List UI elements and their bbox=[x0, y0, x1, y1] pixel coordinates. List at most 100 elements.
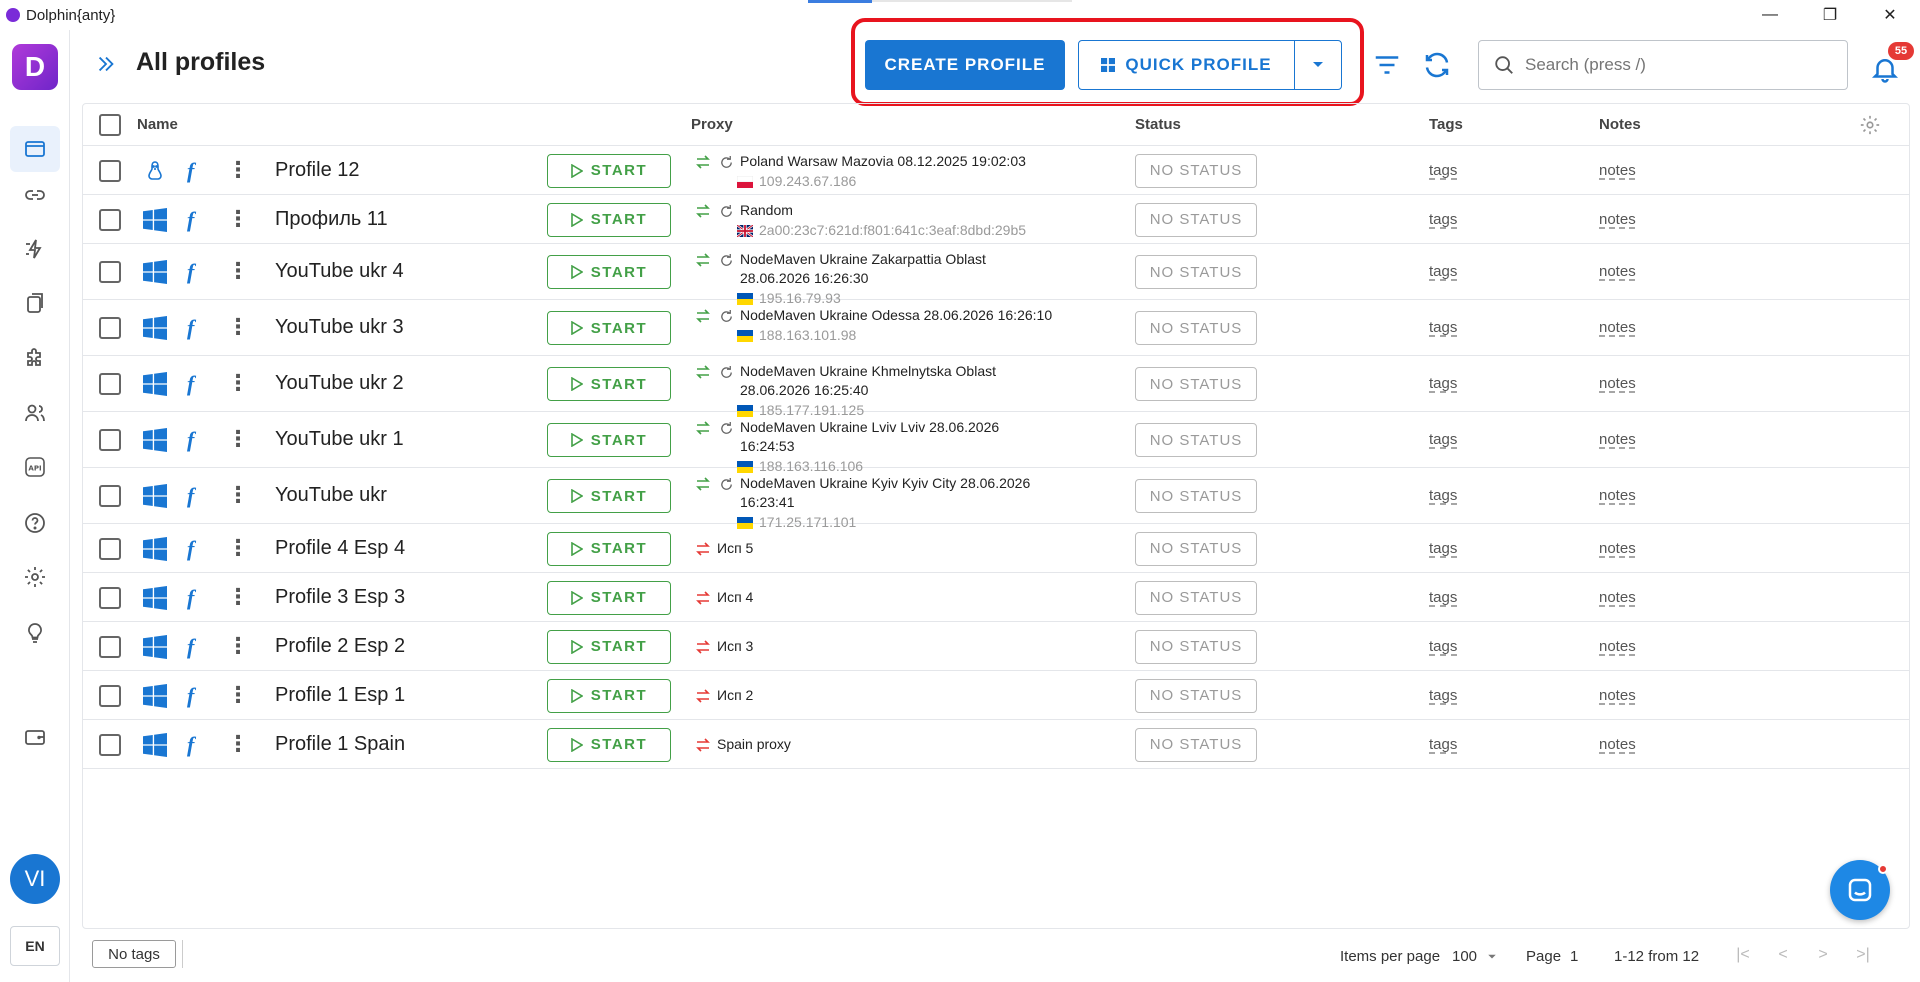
status-badge[interactable]: NO STATUS bbox=[1135, 479, 1257, 513]
tags-link[interactable]: tags bbox=[1429, 211, 1457, 228]
profile-name[interactable]: Profile 12 bbox=[275, 159, 360, 182]
status-badge[interactable]: NO STATUS bbox=[1135, 580, 1257, 615]
filter-icon[interactable] bbox=[1372, 50, 1402, 80]
column-name[interactable]: Name bbox=[137, 116, 178, 133]
profile-name[interactable]: Профиль 11 bbox=[275, 208, 388, 231]
quick-profile-button[interactable]: QUICK PROFILE bbox=[1079, 41, 1295, 89]
column-settings-icon[interactable] bbox=[1859, 114, 1881, 140]
proxy-rotate-icon[interactable] bbox=[719, 204, 734, 219]
more-options-icon[interactable]: ⋮ bbox=[227, 732, 249, 755]
row-checkbox[interactable] bbox=[99, 733, 121, 756]
sidebar-item-templates[interactable] bbox=[10, 280, 60, 326]
more-options-icon[interactable]: ⋮ bbox=[227, 585, 249, 608]
status-badge[interactable]: NO STATUS bbox=[1135, 255, 1257, 289]
table-row[interactable]: f ⋮ Profile 4 Esp 4 START Исп 5 NO STATUS tags… bbox=[83, 524, 1909, 573]
sidebar-item-profiles[interactable] bbox=[10, 126, 60, 172]
notes-link[interactable]: notes bbox=[1599, 162, 1636, 179]
table-row[interactable]: f ⋮ Profile 3 Esp 3 START Исп 4 NO STATUS tags… bbox=[83, 573, 1909, 622]
more-options-icon[interactable]: ⋮ bbox=[227, 260, 249, 282]
more-options-icon[interactable]: ⋮ bbox=[227, 484, 249, 506]
table-row[interactable]: f ⋮ Profile 1 Spain START Spain proxy NO STAT… bbox=[83, 720, 1909, 769]
minimize-button[interactable]: — bbox=[1740, 0, 1800, 30]
more-options-icon[interactable]: ⋮ bbox=[227, 428, 249, 450]
sidebar-item-automation[interactable] bbox=[10, 226, 60, 272]
table-row[interactable]: f ⋮ YouTube ukr 2 START NodeMaven Ukraine Kh… bbox=[83, 356, 1909, 418]
row-checkbox[interactable] bbox=[99, 429, 121, 451]
start-button[interactable]: START bbox=[547, 311, 671, 345]
start-button[interactable]: START bbox=[547, 479, 671, 513]
tags-link[interactable]: tags bbox=[1429, 375, 1457, 392]
status-badge[interactable]: NO STATUS bbox=[1135, 531, 1257, 566]
table-row[interactable]: f ⋮ YouTube ukr 3 START NodeMaven Ukraine Od… bbox=[83, 300, 1909, 356]
maximize-button[interactable]: ❐ bbox=[1800, 0, 1860, 30]
sidebar-item-wallet[interactable] bbox=[10, 714, 60, 760]
proxy-cell[interactable]: Исп 2 bbox=[695, 686, 1055, 705]
sidebar-item-users[interactable] bbox=[10, 390, 60, 436]
proxy-rotate-icon[interactable] bbox=[719, 253, 734, 268]
start-button[interactable]: START bbox=[547, 531, 671, 566]
notes-link[interactable]: notes bbox=[1599, 319, 1636, 336]
row-checkbox[interactable] bbox=[99, 317, 121, 339]
close-button[interactable]: ✕ bbox=[1860, 0, 1920, 30]
row-checkbox[interactable] bbox=[99, 208, 121, 231]
column-proxy[interactable]: Proxy bbox=[691, 116, 733, 133]
profile-name[interactable]: YouTube ukr 3 bbox=[275, 316, 404, 339]
items-per-page-select[interactable]: 100 bbox=[1452, 948, 1497, 965]
status-badge[interactable]: NO STATUS bbox=[1135, 153, 1257, 188]
table-row[interactable]: f ⋮ Profile 12 START Poland Warsaw Mazovia 0… bbox=[83, 146, 1909, 195]
more-options-icon[interactable]: ⋮ bbox=[227, 316, 249, 338]
sidebar-item-proxies[interactable] bbox=[10, 172, 60, 218]
next-page-button[interactable]: > bbox=[1812, 944, 1834, 966]
proxy-rotate-icon[interactable] bbox=[719, 477, 734, 492]
tags-link[interactable]: tags bbox=[1429, 687, 1457, 704]
start-button[interactable]: START bbox=[547, 202, 671, 237]
status-badge[interactable]: NO STATUS bbox=[1135, 727, 1257, 762]
sidebar-item-settings[interactable] bbox=[10, 554, 60, 600]
notes-link[interactable]: notes bbox=[1599, 431, 1636, 448]
start-button[interactable]: START bbox=[547, 423, 671, 457]
start-button[interactable]: START bbox=[547, 580, 671, 615]
row-checkbox[interactable] bbox=[99, 537, 121, 560]
status-badge[interactable]: NO STATUS bbox=[1135, 678, 1257, 713]
start-button[interactable]: START bbox=[547, 727, 671, 762]
profile-name[interactable]: YouTube ukr bbox=[275, 484, 387, 507]
proxy-rotate-icon[interactable] bbox=[719, 155, 734, 170]
profile-name[interactable]: YouTube ukr 2 bbox=[275, 372, 404, 395]
notes-link[interactable]: notes bbox=[1599, 540, 1636, 557]
table-row[interactable]: f ⋮ Profile 1 Esp 1 START Исп 2 NO STATUS tags… bbox=[83, 671, 1909, 720]
column-status[interactable]: Status bbox=[1135, 116, 1181, 133]
proxy-cell[interactable]: Исп 3 bbox=[695, 637, 1055, 656]
row-checkbox[interactable] bbox=[99, 159, 121, 182]
column-tags[interactable]: Tags bbox=[1429, 116, 1463, 133]
proxy-rotate-icon[interactable] bbox=[719, 309, 734, 324]
column-notes[interactable]: Notes bbox=[1599, 116, 1641, 133]
more-options-icon[interactable]: ⋮ bbox=[227, 372, 249, 394]
sidebar-item-help[interactable] bbox=[10, 500, 60, 546]
notes-link[interactable]: notes bbox=[1599, 687, 1636, 704]
language-button[interactable]: EN bbox=[10, 926, 60, 966]
status-badge[interactable]: NO STATUS bbox=[1135, 629, 1257, 664]
status-badge[interactable]: NO STATUS bbox=[1135, 423, 1257, 457]
row-checkbox[interactable] bbox=[99, 684, 121, 707]
more-options-icon[interactable]: ⋮ bbox=[227, 683, 249, 706]
dolphin-logo[interactable]: D bbox=[12, 44, 58, 90]
notes-link[interactable]: notes bbox=[1599, 589, 1636, 606]
proxy-cell[interactable]: Spain proxy bbox=[695, 735, 1055, 754]
no-tags-chip[interactable]: No tags bbox=[92, 940, 176, 968]
start-button[interactable]: START bbox=[547, 255, 671, 289]
quick-profile-dropdown[interactable] bbox=[1295, 41, 1341, 89]
tags-link[interactable]: tags bbox=[1429, 162, 1457, 179]
start-button[interactable]: START bbox=[547, 153, 671, 188]
proxy-cell[interactable]: Исп 5 bbox=[695, 539, 1055, 558]
page-value[interactable]: 1 bbox=[1570, 948, 1578, 965]
status-badge[interactable]: NO STATUS bbox=[1135, 202, 1257, 237]
profile-name[interactable]: Profile 1 Spain bbox=[275, 733, 405, 756]
proxy-rotate-icon[interactable] bbox=[719, 365, 734, 380]
notes-link[interactable]: notes bbox=[1599, 211, 1636, 228]
tags-link[interactable]: tags bbox=[1429, 263, 1457, 280]
prev-page-button[interactable]: < bbox=[1772, 944, 1794, 966]
start-button[interactable]: START bbox=[547, 678, 671, 713]
row-checkbox[interactable] bbox=[99, 373, 121, 395]
table-row[interactable]: f ⋮ YouTube ukr START NodeMaven Ukraine Kyiv… bbox=[83, 468, 1909, 530]
row-checkbox[interactable] bbox=[99, 586, 121, 609]
